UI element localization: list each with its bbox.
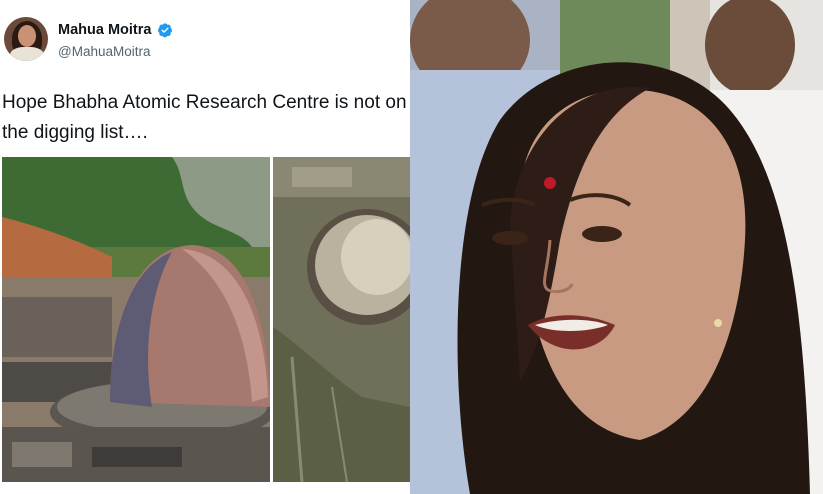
avatar-face bbox=[18, 25, 36, 47]
author-display-name[interactable]: Mahua Moitra bbox=[58, 22, 151, 38]
tweet-text: Hope Bhabha Atomic Research Centre is no… bbox=[2, 92, 407, 143]
tweet-media[interactable] bbox=[2, 157, 410, 482]
speaker-portrait-photo bbox=[410, 0, 823, 494]
reactor-dome-satellite-photo bbox=[273, 157, 410, 482]
verified-badge-icon bbox=[157, 22, 173, 38]
media-images bbox=[2, 157, 410, 482]
reactor-dome-aerial-photo bbox=[2, 157, 274, 482]
author-handle[interactable]: @MahuaMoitra bbox=[58, 44, 151, 59]
portrait-illustration bbox=[410, 0, 823, 494]
author-name-row: Mahua Moitra bbox=[58, 22, 173, 38]
avatar[interactable] bbox=[4, 17, 48, 61]
avatar-shirt bbox=[10, 47, 44, 61]
tweet-card: Mahua Moitra @MahuaMoitra Hope Bhabha At… bbox=[0, 0, 410, 494]
